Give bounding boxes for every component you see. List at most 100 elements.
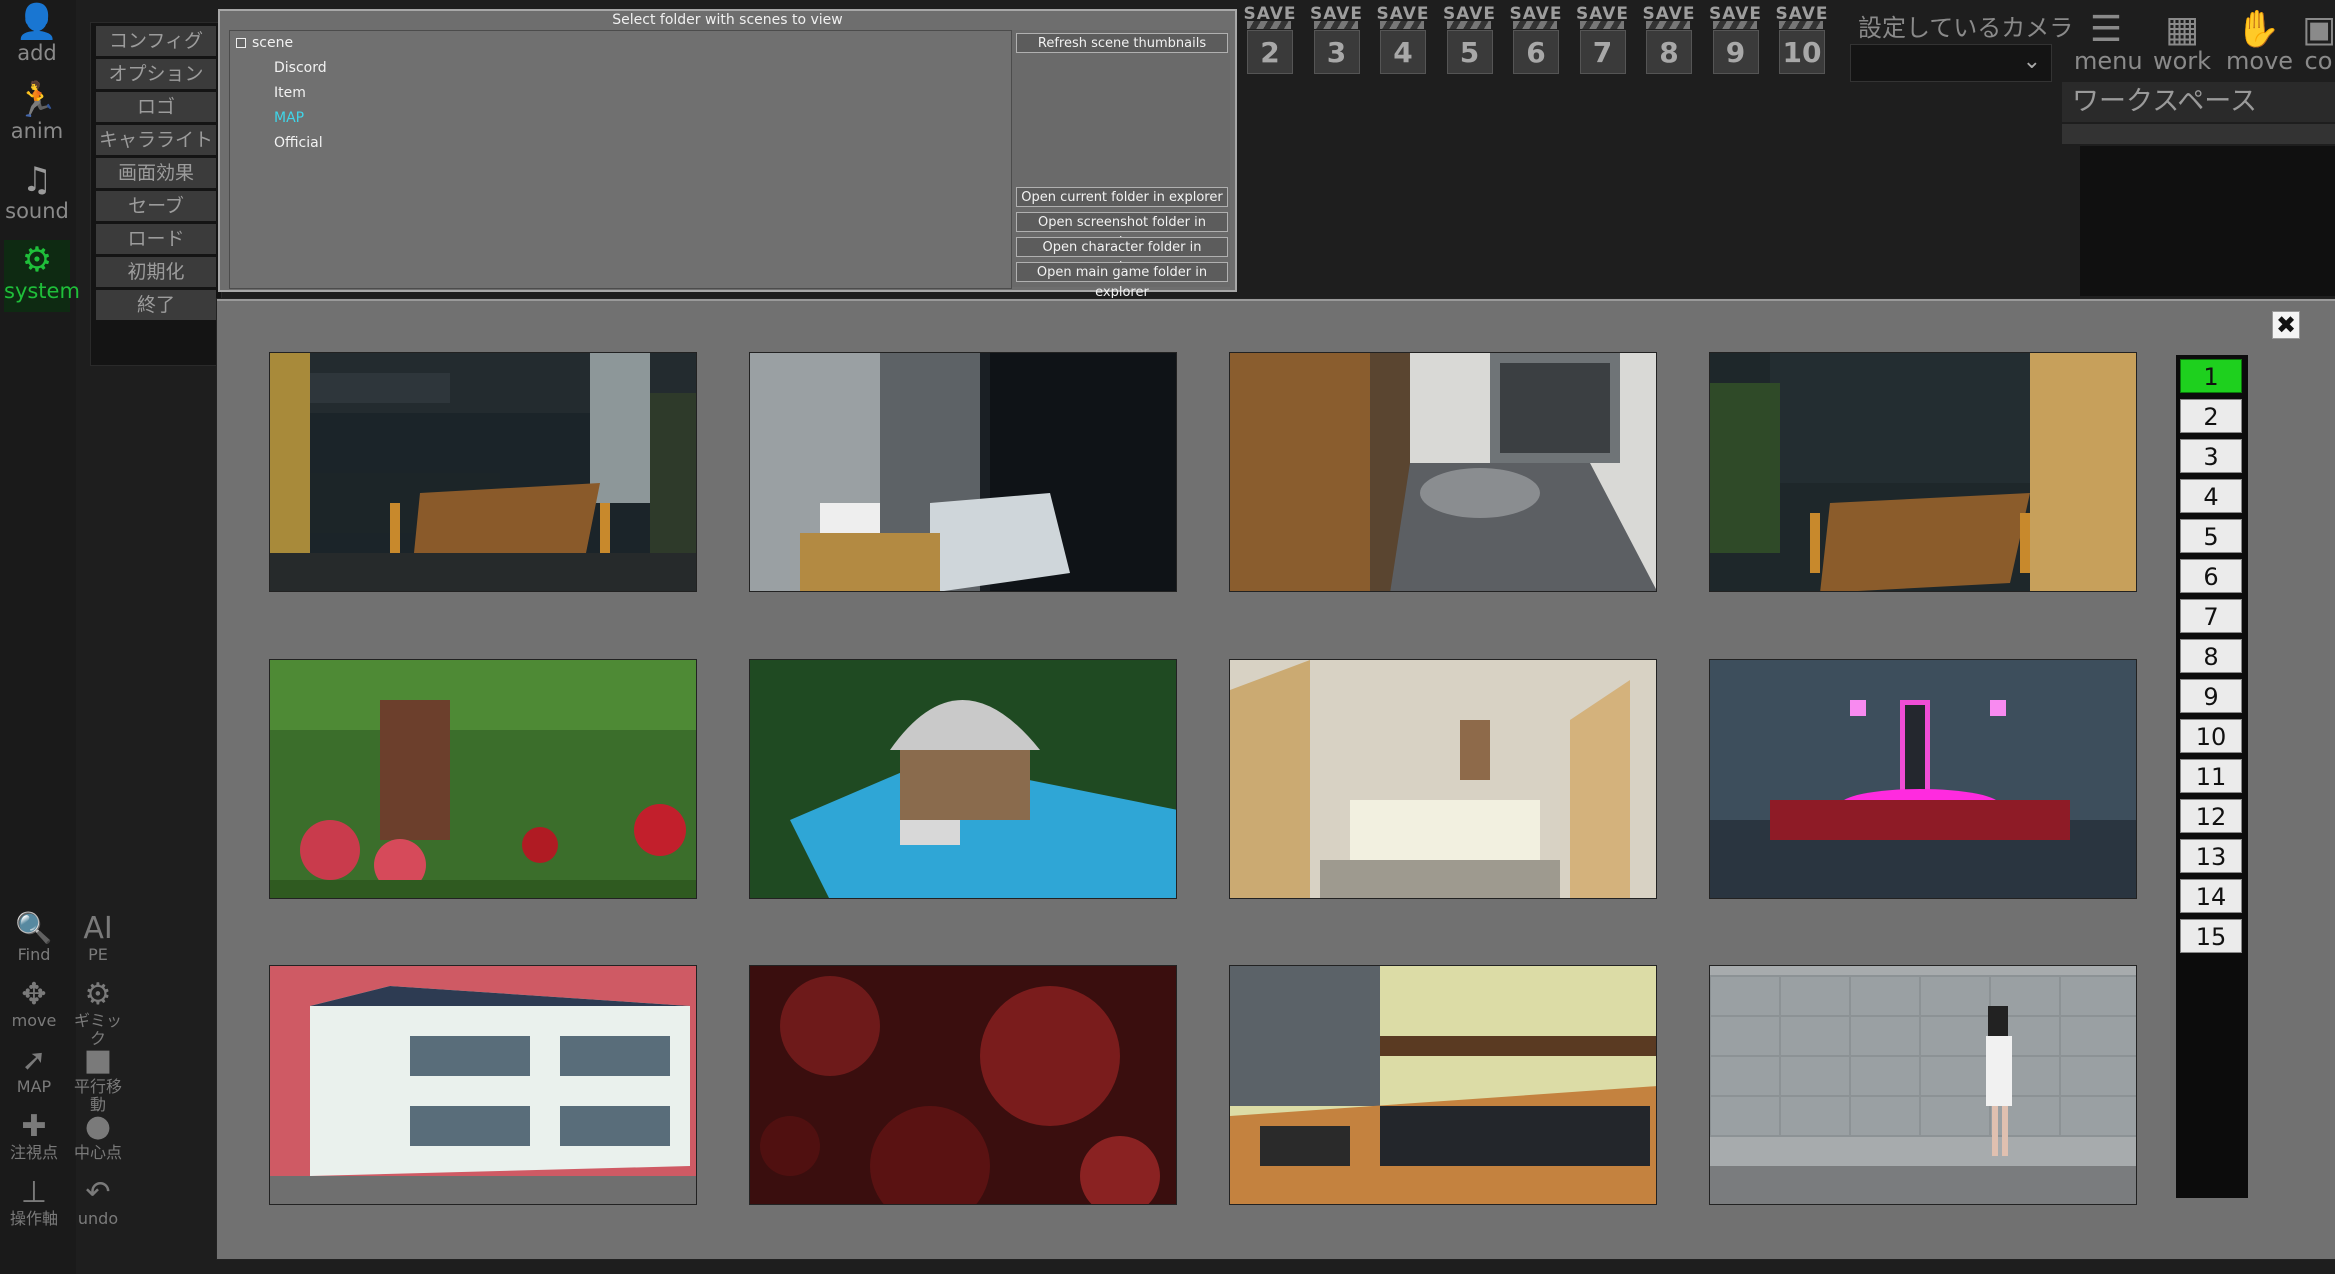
camera-select[interactable]: ⌄ [1850,44,2052,82]
scene-thumb-neon-meeting-room[interactable] [1709,659,2137,899]
menu-item-logo[interactable]: ロゴ [96,92,216,122]
tool-操作軸[interactable]: ⊥ 操作軸 [4,1176,64,1236]
clapperboard-icon: 3 [1313,21,1360,74]
scene-thumb-block-wall-girl[interactable] [1709,965,2137,1205]
open-character-folder-button[interactable]: Open character folder in explorer [1016,237,1228,275]
page-button-8[interactable]: 8 [2180,639,2242,673]
tool-label: 注視点 [9,1143,58,1162]
page-button-3[interactable]: 3 [2180,439,2242,473]
tool-icon: ✥ [21,977,47,1012]
page-button-10[interactable]: 10 [2180,719,2242,753]
open-screenshot-folder-button[interactable]: Open screenshot folder in explorer [1016,212,1228,250]
tool-注視点[interactable]: ✚ 注視点 [4,1110,64,1170]
collapse-checkbox[interactable] [236,38,246,48]
folder-tree: scene Discord Item MAP Official [229,30,1012,289]
scene-thumb-garden-roses[interactable] [269,659,697,899]
open-current-folder-button[interactable]: Open current folder in explorer [1016,187,1228,207]
page-button-5[interactable]: 5 [2180,519,2242,553]
save-slot-8[interactable]: SAVE 8 [1639,4,1699,86]
folder-item-item[interactable]: Item [274,85,306,101]
gear-icon: ⚙ [21,240,53,280]
system-button[interactable]: ⚙ system [4,240,80,312]
page-button-11[interactable]: 11 [2180,759,2242,793]
running-icon: 🏃 [15,80,59,120]
clapperboard-icon: 4 [1380,21,1426,74]
close-icon[interactable]: ✖ [2272,311,2300,339]
scene-thumb-red-texture[interactable] [749,965,1177,1205]
clapperboard-icon: 6 [1513,21,1559,74]
page-button-7[interactable]: 7 [2180,599,2242,633]
workspace-title: ワークスペース [2062,82,2335,122]
sound-button[interactable]: ♫ sound [4,160,70,232]
folder-root[interactable]: scene [252,35,293,51]
folder-item-map[interactable]: MAP [274,110,304,126]
system-menu: コンフィグ オプション ロゴ キャラライト 画面効果 セーブ ロード 初期化 終… [90,22,222,366]
page-button-15[interactable]: 15 [2180,919,2242,953]
tool-move[interactable]: ✥ move [4,978,64,1038]
page-list: 1 2 3 4 5 6 7 8 9 10 11 12 13 14 15 [2176,355,2248,1198]
page-button-12[interactable]: 12 [2180,799,2242,833]
clapperboard-icon: 5 [1446,21,1493,74]
scene-thumb-apartment-building[interactable] [269,965,697,1205]
work-button[interactable]: ▦ work [2150,10,2214,74]
tool-label: MAP [16,1077,52,1096]
menu-item-chara-light[interactable]: キャラライト [96,125,216,155]
menu-item-options[interactable]: オプション [96,59,216,89]
tool-icon: ↶ [85,1175,111,1210]
tool-Find[interactable]: 🔍 Find [4,912,64,972]
tool-label: 中心点 [73,1143,122,1162]
anim-button[interactable]: 🏃 anim [4,80,70,152]
tool-undo[interactable]: ↶ undo [68,1176,128,1236]
save-slot-6[interactable]: SAVE 6 [1506,4,1566,86]
menu-item-save[interactable]: セーブ [96,191,216,221]
page-button-2[interactable]: 2 [2180,399,2242,433]
folder-item-official[interactable]: Official [274,135,323,151]
music-note-icon: ♫ [21,160,53,200]
menu-item-config[interactable]: コンフィグ [96,26,216,56]
add-button[interactable]: 👤 add [4,2,70,74]
save-slot-7[interactable]: SAVE 7 [1573,4,1633,86]
save-slot-2[interactable]: SAVE 2 [1240,4,1300,86]
refresh-thumbnails-button[interactable]: Refresh scene thumbnails [1016,33,1228,53]
tool-icon: ⚙ [84,977,112,1012]
scene-thumb-dining-bookshelf[interactable] [1709,352,2137,592]
page-button-4[interactable]: 4 [2180,479,2242,513]
scene-thumb-bathroom[interactable] [749,352,1177,592]
scene-thumb-kitchen-dining[interactable] [269,352,697,592]
scene-thumb-tatami-restaurant[interactable] [1229,965,1657,1205]
page-button-1[interactable]: 1 [2180,359,2242,393]
save-slot-4[interactable]: SAVE 4 [1373,4,1433,86]
tool-平行移動[interactable]: ■ 平行移動 [68,1044,128,1114]
clapperboard-icon: 9 [1712,21,1759,74]
tool-label: undo [77,1209,119,1228]
page-button-13[interactable]: 13 [2180,839,2242,873]
menu-item-load[interactable]: ロード [96,224,216,254]
tool-ギミック[interactable]: ⚙ ギミック [68,977,128,1048]
scene-thumb-hospital-room[interactable] [1229,659,1657,899]
co-button[interactable]: ▣ co [2302,10,2335,74]
hand-icon: ✋ [2235,9,2281,50]
page-button-6[interactable]: 6 [2180,559,2242,593]
clapperboard-icon: 8 [1646,21,1692,74]
folder-item-discord[interactable]: Discord [274,60,327,76]
save-slot-10[interactable]: SAVE 10 [1772,4,1832,86]
page-button-9[interactable]: 9 [2180,679,2242,713]
save-slot-3[interactable]: SAVE 3 [1307,4,1367,86]
tool-中心点[interactable]: ● 中心点 [68,1110,128,1170]
tool-MAP[interactable]: ➚ MAP [4,1044,64,1104]
menu-item-screen-effect[interactable]: 画面効果 [96,158,216,188]
move-button[interactable]: ✋ move [2226,9,2293,74]
tool-PE[interactable]: AI PE [68,912,128,972]
scene-thumb-gazebo-pool[interactable] [749,659,1177,899]
scene-thumb-bedroom[interactable] [1229,352,1657,592]
open-main-folder-button[interactable]: Open main game folder in explorer [1016,262,1228,300]
person-icon: 👤 [15,2,59,42]
save-slot-9[interactable]: SAVE 9 [1706,4,1766,86]
tool-label: Find [17,945,51,964]
menu-item-quit[interactable]: 終了 [96,290,216,320]
menu-button[interactable]: ☰ menu [2074,10,2143,74]
menu-item-init[interactable]: 初期化 [96,257,216,287]
page-button-14[interactable]: 14 [2180,879,2242,913]
save-slot-5[interactable]: SAVE 5 [1440,4,1500,86]
chevron-down-icon: ⌄ [2022,49,2041,74]
